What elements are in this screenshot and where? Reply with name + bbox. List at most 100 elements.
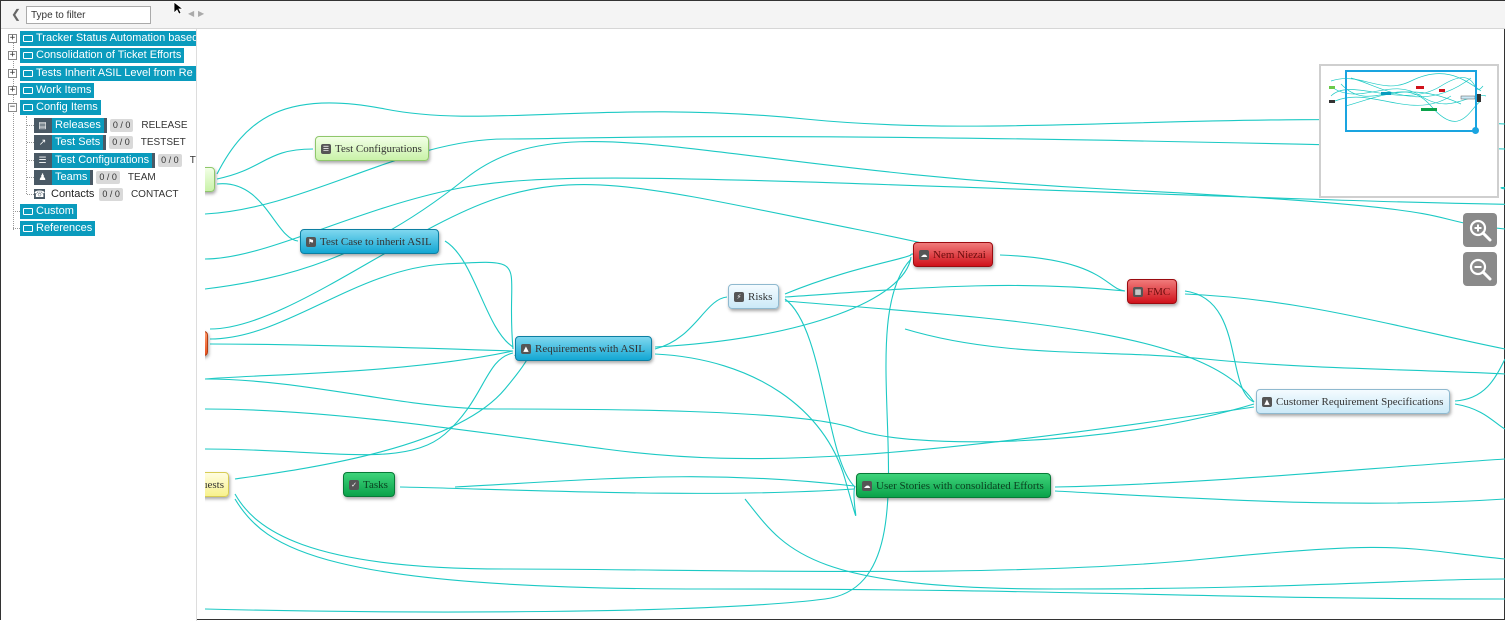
graph-edge [1054,458,1505,488]
minimap-resize-handle[interactable] [1472,127,1479,134]
node-label: Test Case to inherit ASIL [320,235,432,248]
zoom-out-button[interactable] [1463,252,1497,286]
tree-sidebar: + Tracker Status Automation based + Cons… [1,29,197,621]
count-badge: 0 / 0 [96,170,120,184]
graph-edge [654,296,728,350]
graph-edge [784,254,912,295]
type-label: TESTSET [140,136,186,148]
minimap-viewport[interactable] [1345,70,1477,132]
collapse-icon[interactable]: − [8,102,17,112]
graph-edge [784,284,1126,298]
tree-folder-tests-inherit[interactable]: + Tests Inherit ASIL Level from Re [8,65,196,81]
scroll-right-icon[interactable]: ▶ [198,9,204,18]
type-label: TEAM [127,171,156,183]
folder-label: Work Items [36,83,92,96]
tree-folder-consolidation[interactable]: + Consolidation of Ticket Efforts [8,47,185,63]
graph-node-partial-green[interactable] [205,167,215,192]
folder-label: Config Items [36,100,98,113]
relationship-graph-canvas[interactable]: uests ☰ Test Configurations ⚑ Test Case to… [205,29,1505,621]
expand-icon[interactable]: + [8,33,17,43]
folder-icon [23,34,33,42]
graph-node-requirements-asil[interactable]: ▲ Requirements with ASIL [515,336,652,361]
tree-folder-config-items[interactable]: − Config Items [8,99,101,115]
expand-icon[interactable]: + [8,68,17,78]
graph-edge [784,300,1255,403]
graph-node-user-stories[interactable]: ☁ User Stories with consolidated Efforts [856,473,1051,498]
graph-edge [234,498,1505,600]
node-label: uests [205,478,224,491]
graph-edge [205,350,514,380]
tree-item-teams[interactable]: ♟ Teams 0 / 0 TEAM [34,169,156,185]
graph-edge [205,406,1255,460]
graph-edge [216,183,299,242]
graph-edge [205,378,1255,443]
graph-node-test-case-asil[interactable]: ⚑ Test Case to inherit ASIL [300,229,439,254]
zoom-out-icon [1469,258,1492,281]
expand-icon[interactable]: + [8,85,17,95]
testset-icon: ↗ [38,137,47,147]
folder-icon [23,207,33,215]
node-label: Test Configurations [335,142,422,155]
folder-icon [23,51,33,59]
expand-icon[interactable]: + [8,50,17,60]
cloud-icon: ☁ [862,480,872,491]
zoom-in-icon [1469,219,1492,242]
graph-node-partial-yellow[interactable]: uests [205,472,229,497]
test-config-icon: ☰ [38,155,47,165]
graph-edge [904,328,1505,375]
graph-node-partial-orange[interactable] [205,331,208,356]
graph-minimap[interactable] [1319,64,1499,198]
tree-item-test-configurations[interactable]: ☰Test Configurations 0 / 0 TE [34,152,196,168]
tree-guide-line [26,116,27,194]
graph-node-tasks[interactable]: ✓ Tasks [343,472,395,497]
tree-folder-work-items[interactable]: + Work Items [8,82,95,98]
release-icon: ▤ [38,120,47,130]
graph-node-red-b[interactable]: ▦ FMC [1127,279,1178,304]
filter-toolbar: ❮ ◀ ▶ [1,1,1505,29]
folder-open-icon [23,103,33,111]
collapse-sidebar-icon[interactable]: ❮ [9,7,23,21]
node-label: User Stories with consolidated Efforts [876,479,1044,492]
graph-edge [209,184,960,330]
graph-node-red-a[interactable]: ☁ Nem Niezai [913,242,993,267]
check-icon: ✓ [349,479,359,490]
tree-folder-custom[interactable]: Custom [20,203,77,219]
folder-icon [23,86,33,94]
folder-icon [23,69,33,77]
test-config-icon: ☰ [321,143,331,154]
type-label: TE [189,154,196,166]
graph-edge [205,258,912,613]
graph-edge [205,141,1505,290]
tree-guide-line [27,160,34,161]
mouse-cursor-icon [173,1,185,15]
node-label: Tasks [363,478,388,491]
graph-node-test-configurations[interactable]: ☰ Test Configurations [315,136,429,161]
tree-guide-line [27,177,34,178]
chart-icon: ▦ [1133,286,1143,297]
zoom-in-button[interactable] [1463,213,1497,247]
tree-guide-line [13,228,20,229]
scroll-left-icon[interactable]: ◀ [188,9,194,18]
count-badge: 0 / 0 [99,187,123,201]
count-badge: 0 / 0 [109,135,133,149]
tree-folder-tracker-status[interactable]: + Tracker Status Automation based [8,30,197,46]
graph-node-risks[interactable]: ⚡ Risks [728,284,780,309]
folder-label: Tracker Status Automation based [36,31,197,44]
graph-node-customer-reqs[interactable]: ▲ Customer Requirement Specifications [1256,389,1451,414]
tree-guide-line [13,211,20,212]
filter-input[interactable] [26,6,151,24]
cloud-icon: ☁ [919,249,929,260]
folder-label: Custom [36,204,74,217]
tree-folder-references[interactable]: References [20,220,96,236]
tree-item-test-sets[interactable]: ↗ Test Sets 0 / 0 TESTSET [34,134,186,150]
node-label: Requirements with ASIL [535,342,645,355]
count-badge: 0 / 0 [158,153,182,167]
tree-item-contacts[interactable]: ☎ Contacts 0 / 0 CONTACT [34,186,179,202]
graph-edge [209,261,514,350]
node-label: FMC [1147,285,1171,298]
graph-edge [216,148,314,180]
graph-edge [234,493,1505,573]
tree-item-releases[interactable]: ▤ Releases 0 / 0 RELEASE [34,117,188,133]
graph-edge [205,352,514,456]
tree-guide-line [27,125,34,126]
